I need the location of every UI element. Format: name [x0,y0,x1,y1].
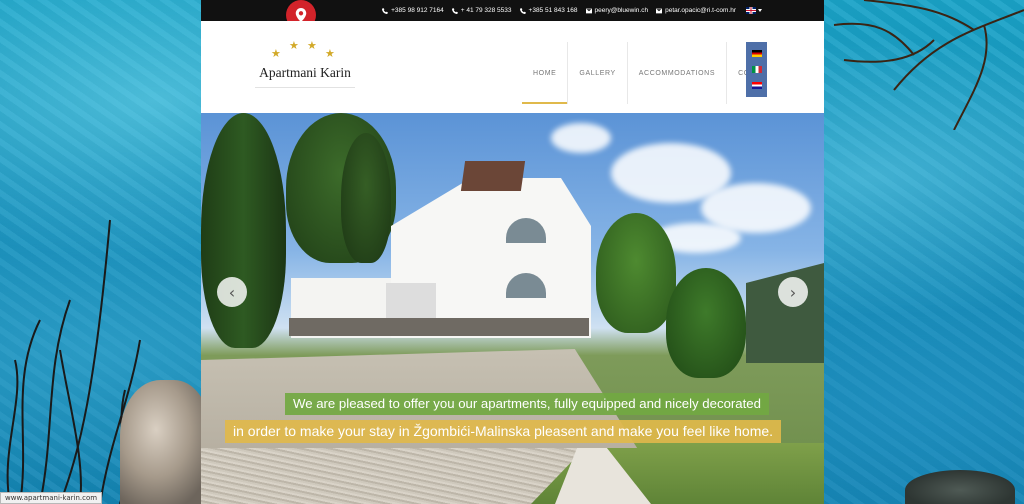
contact-phone-1[interactable]: +385 98 912 7164 [382,7,444,14]
chevron-left-icon: ‹ [228,282,236,302]
cloud [551,123,611,153]
mail-icon [656,8,663,13]
phone-icon [451,7,458,14]
nav-home[interactable]: HOME [522,42,569,104]
slide-caption-1: We are pleased to offer you our apartmen… [285,393,769,415]
slider-next-button[interactable]: › [778,277,808,307]
deciduous-tree [596,213,676,333]
contact-phone-2-text: + 41 79 328 5533 [460,7,512,14]
status-bar-url: www.apartmani-karin.com [0,492,103,504]
nav-accommodations[interactable]: ACCOMMODATIONS [628,42,728,104]
site-logo[interactable]: ★ ★ ★ ★ Apartmani Karin [255,39,355,88]
site-header: ★ ★ ★ ★ Apartmani Karin HOME GALLERY ACC… [201,21,824,113]
chevron-right-icon: › [789,282,797,302]
rock-decoration [905,470,1015,504]
nav-gallery[interactable]: GALLERY [568,42,628,104]
cypress-tree [201,113,286,348]
rock-decoration [120,380,210,504]
german-flag-icon[interactable] [751,49,762,57]
pine-tree [341,133,391,263]
croatian-flag-icon[interactable] [751,82,762,90]
phone-icon [382,7,389,14]
star-icon: ★ [289,40,299,52]
house-foundation [289,318,589,336]
rating-stars: ★ ★ ★ ★ [255,39,355,61]
tree-branches-decoration [833,0,1024,130]
contact-email-2[interactable]: petar.opacic@ri.t-com.hr [656,7,736,14]
contact-email-1-text: peery@bluewin.ch [594,7,649,14]
italian-flag-icon[interactable] [751,65,762,73]
logo-name: Apartmani Karin [255,65,355,88]
star-icon: ★ [307,40,317,52]
star-icon: ★ [325,48,335,60]
contact-email-2-text: petar.opacic@ri.t-com.hr [665,7,736,14]
contact-phone-1-text: +385 98 912 7164 [391,7,444,14]
contact-phone-3-text: +385 51 843 168 [528,7,578,14]
solar-panel [460,161,526,191]
language-dropdown [746,42,767,97]
contact-phone-2[interactable]: + 41 79 328 5533 [451,7,512,14]
contact-phone-3[interactable]: +385 51 843 168 [519,7,578,14]
main-panel: +385 98 912 7164 + 41 79 328 5533 +385 5… [201,0,824,504]
map-pin-icon [295,8,307,22]
slide-caption-2: in order to make your stay in Žgombići-M… [225,420,782,443]
mail-icon [585,8,592,13]
slider-prev-button[interactable]: ‹ [217,277,247,307]
main-nav: HOME GALLERY ACCOMMODATIONS CONT [522,42,759,104]
language-switcher[interactable] [746,7,762,14]
contact-email-1[interactable]: peery@bluewin.ch [585,7,649,14]
uk-flag-icon [746,7,756,14]
chevron-down-icon [758,9,762,12]
hero-slider: ‹ › We are pleased to offer you our apar… [201,113,824,504]
phone-icon [519,7,526,14]
star-icon: ★ [271,48,281,60]
bush [666,268,746,378]
seaweed-decoration [6,219,141,504]
